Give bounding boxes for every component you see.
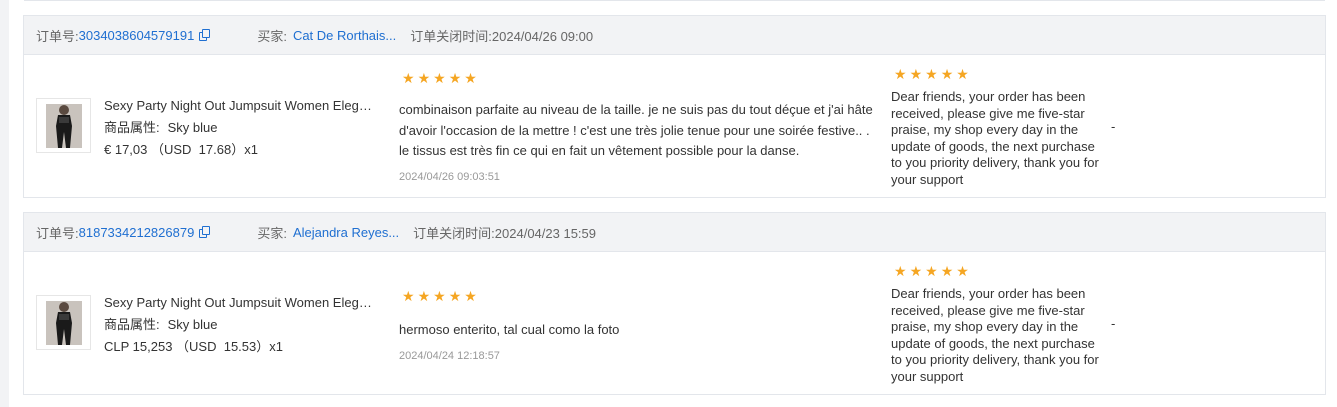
- buyer-label: 买家:: [257, 225, 287, 241]
- copy-icon[interactable]: [199, 226, 211, 238]
- close-time: 订单关闭时间:2024/04/26 09:00: [410, 26, 593, 45]
- review-time: 2024/04/24 12:18:57: [399, 349, 500, 362]
- buyer-link[interactable]: Alejandra Reyes...: [293, 225, 399, 240]
- close-time-value: 2024/04/26 09:00: [491, 28, 594, 44]
- star-icon: ★: [909, 67, 923, 83]
- buyer-review: ★ ★ ★ ★ ★ hermoso enterito, tal cual com…: [399, 290, 874, 362]
- attr-label: 商品属性:: [104, 120, 160, 135]
- order-no-link[interactable]: 8187334212826879: [79, 225, 195, 240]
- jumpsuit-image-icon: [45, 300, 82, 345]
- extra-value: -: [1111, 316, 1116, 331]
- star-icon: ★: [940, 67, 954, 83]
- attr-label: 商品属性:: [104, 317, 160, 332]
- top-divider: [24, 0, 1325, 1]
- product-attr: 商品属性: Sky blue: [104, 117, 384, 139]
- product-price: CLP 15,253 （USD 15.53）x1: [104, 339, 283, 354]
- star-icon: ★: [925, 67, 938, 83]
- seller-feedback: ★ ★ ★ ★ ★ Dear friends, your order has b…: [891, 265, 1101, 385]
- review-text: hermoso enterito, tal cual como la foto: [399, 322, 620, 337]
- review-rating: ★ ★ ★ ★ ★: [402, 72, 874, 86]
- order-no-label: 订单号:: [36, 28, 79, 44]
- close-time-value: 2024/04/23 15:59: [494, 225, 597, 241]
- star-icon: ★: [417, 71, 431, 87]
- feedback-rating: ★ ★ ★ ★ ★: [894, 68, 1101, 82]
- order-no-label: 订单号:: [36, 225, 79, 241]
- product-thumbnail[interactable]: [36, 295, 91, 350]
- product-attr: 商品属性: Sky blue: [104, 314, 384, 336]
- star-icon: ★: [909, 264, 923, 280]
- star-icon: ★: [402, 71, 415, 87]
- product-price: € 17,03 （USD 17.68）x1: [104, 142, 258, 157]
- order-no-link[interactable]: 3034038604579191: [79, 28, 195, 43]
- star-icon: ★: [940, 264, 954, 280]
- order-header: 订单号: 8187334212826879 买家: Alejandra Reye…: [24, 213, 1325, 252]
- close-time-label: 订单关闭时间:: [413, 225, 495, 241]
- order-body: Sexy Party Night Out Jumpsuit Women Eleg…: [24, 55, 1325, 198]
- star-icon: ★: [894, 264, 907, 280]
- star-icon: ★: [925, 264, 938, 280]
- star-icon: ★: [448, 71, 462, 87]
- star-icon: ★: [464, 289, 477, 305]
- product-thumbnail[interactable]: [36, 98, 91, 153]
- order-header: 订单号: 3034038604579191 买家: Cat De Rorthai…: [24, 16, 1325, 55]
- product-info: Sexy Party Night Out Jumpsuit Women Eleg…: [104, 292, 384, 358]
- star-icon: ★: [464, 71, 477, 87]
- review-text: combinaison parfaite au niveau de la tai…: [399, 102, 873, 158]
- left-gutter: [0, 0, 9, 407]
- seller-feedback: ★ ★ ★ ★ ★ Dear friends, your order has b…: [891, 68, 1101, 188]
- product-info: Sexy Party Night Out Jumpsuit Women Eleg…: [104, 95, 384, 161]
- star-icon: ★: [448, 289, 462, 305]
- product-title[interactable]: Sexy Party Night Out Jumpsuit Women Eleg…: [104, 95, 374, 117]
- star-icon: ★: [417, 289, 431, 305]
- star-icon: ★: [956, 67, 969, 83]
- review-time: 2024/04/26 09:03:51: [399, 170, 500, 183]
- jumpsuit-image-icon: [45, 103, 82, 148]
- review-rating: ★ ★ ★ ★ ★: [402, 290, 874, 304]
- extra-value: -: [1111, 119, 1116, 134]
- star-icon: ★: [433, 289, 446, 305]
- buyer-review: ★ ★ ★ ★ ★ combinaison parfaite au niveau…: [399, 72, 874, 183]
- star-icon: ★: [402, 289, 415, 305]
- attr-value: Sky blue: [167, 317, 218, 332]
- order-card: 订单号: 3034038604579191 买家: Cat De Rorthai…: [23, 15, 1326, 198]
- close-time: 订单关闭时间:2024/04/23 15:59: [413, 223, 596, 242]
- product-title[interactable]: Sexy Party Night Out Jumpsuit Women Eleg…: [104, 292, 374, 314]
- close-time-label: 订单关闭时间:: [410, 28, 492, 44]
- star-icon: ★: [956, 264, 969, 280]
- feedback-rating: ★ ★ ★ ★ ★: [894, 265, 1101, 279]
- star-icon: ★: [894, 67, 907, 83]
- order-card: 订单号: 8187334212826879 买家: Alejandra Reye…: [23, 212, 1326, 395]
- copy-icon[interactable]: [199, 29, 211, 41]
- feedback-text: Dear friends, your order has been receiv…: [891, 286, 1099, 384]
- star-icon: ★: [433, 71, 446, 87]
- buyer-label: 买家:: [257, 28, 287, 44]
- order-body: Sexy Party Night Out Jumpsuit Women Eleg…: [24, 252, 1325, 395]
- feedback-text: Dear friends, your order has been receiv…: [891, 89, 1099, 187]
- buyer-link[interactable]: Cat De Rorthais...: [293, 28, 396, 43]
- attr-value: Sky blue: [167, 120, 218, 135]
